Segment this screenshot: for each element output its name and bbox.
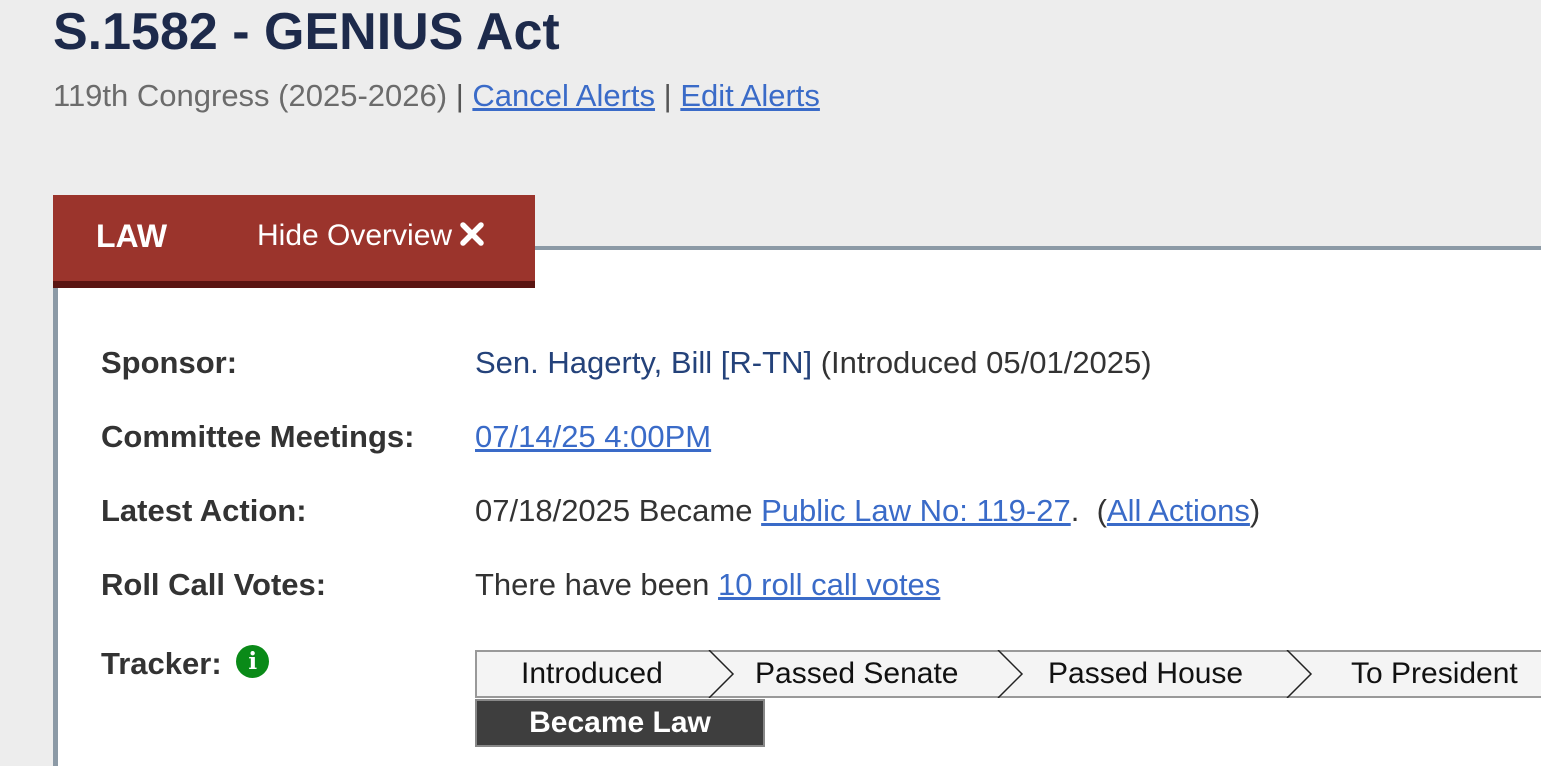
latest-action-text: 07/18/2025 Became <box>475 493 753 528</box>
tracker-label-row: Tracker: i <box>101 645 270 682</box>
close-icon <box>459 222 485 249</box>
status-badge: LAW <box>96 218 168 254</box>
sponsor-label: Sponsor: <box>101 345 238 380</box>
hide-overview-label: Hide Overview <box>257 219 453 252</box>
sponsor-value: Sen. Hagerty, Bill [R-TN] (Introduced 05… <box>475 345 1152 381</box>
committee-meetings-value: 07/14/25 4:00PM <box>475 419 711 455</box>
latest-action-punct: . ( <box>1070 493 1107 528</box>
committee-meetings-label: Committee Meetings: <box>101 419 415 454</box>
tracker-step-to-president: To President <box>1351 657 1518 690</box>
latest-action-close: ) <box>1249 493 1261 528</box>
page-title: S.1582 - GENIUS Act <box>53 3 560 61</box>
roll-call-votes-link[interactable]: 10 roll call votes <box>718 567 940 602</box>
tracker-step-became-law: Became Law <box>475 699 765 747</box>
chevron-right-icon <box>708 650 735 698</box>
committee-meeting-link[interactable]: 07/14/25 4:00PM <box>475 419 711 454</box>
tracker-step-passed-senate: Passed Senate <box>755 657 959 690</box>
info-icon[interactable]: i <box>236 645 270 679</box>
hide-overview-button[interactable]: Hide Overview <box>257 219 485 253</box>
roll-call-text: There have been <box>475 567 710 602</box>
tracker-label: Tracker: <box>101 646 222 681</box>
bill-subtitle: 119th Congress (2025-2026) | Cancel Aler… <box>53 76 820 116</box>
latest-action-value: 07/18/2025 Became Public Law No: 119-27.… <box>475 493 1260 529</box>
separator: | <box>663 78 672 113</box>
cancel-alerts-link[interactable]: Cancel Alerts <box>472 78 655 113</box>
all-actions-link[interactable]: All Actions <box>1107 493 1250 528</box>
roll-call-votes-label: Roll Call Votes: <box>101 567 327 602</box>
tracker-step-introduced: Introduced <box>521 657 663 690</box>
separator: | <box>455 78 464 113</box>
congress-label: 119th Congress (2025-2026) <box>53 78 448 113</box>
bill-tracker: Introduced Passed Senate Passed House To… <box>475 650 1541 698</box>
tracker-step-passed-house: Passed House <box>1048 657 1244 690</box>
chevron-right-icon <box>997 650 1024 698</box>
sponsor-link[interactable]: Sen. Hagerty, Bill [R-TN] <box>475 345 812 380</box>
overview-tab: LAW Hide Overview <box>53 195 535 288</box>
introduced-date: (Introduced 05/01/2025) <box>820 345 1152 380</box>
latest-action-label: Latest Action: <box>101 493 307 528</box>
edit-alerts-link[interactable]: Edit Alerts <box>680 78 820 113</box>
public-law-link[interactable]: Public Law No: 119-27 <box>761 493 1071 528</box>
roll-call-votes-value: There have been 10 roll call votes <box>475 567 940 603</box>
chevron-right-icon <box>1286 650 1313 698</box>
